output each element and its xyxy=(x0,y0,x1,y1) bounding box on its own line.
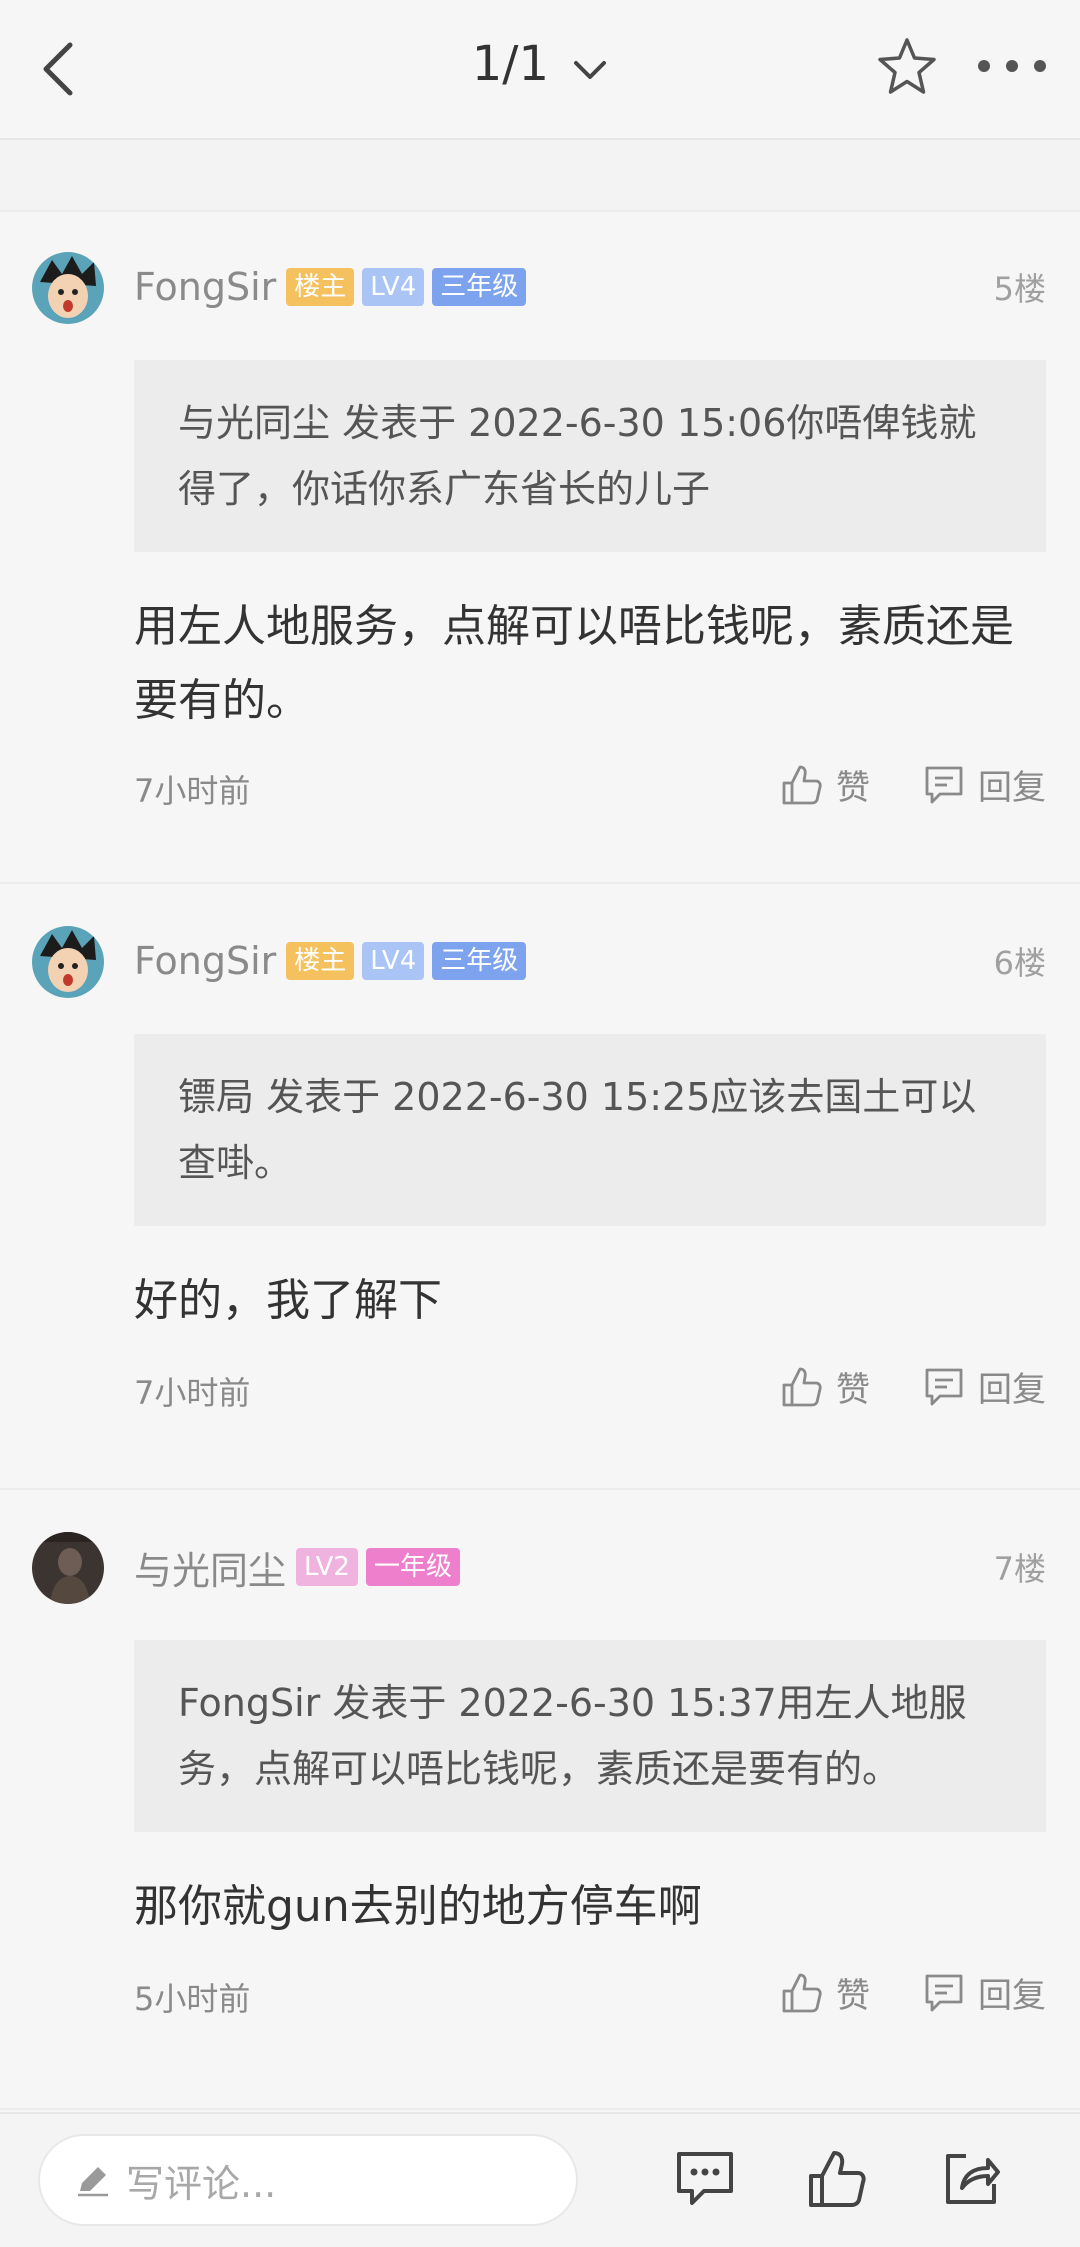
post-time: 5小时前 xyxy=(134,1980,251,2018)
pencil-icon xyxy=(78,2167,108,2197)
level-badge: LV4 xyxy=(362,942,425,980)
grade-badge: 三年级 xyxy=(432,268,527,306)
owner-badge: 楼主 xyxy=(286,942,355,980)
grade-badge: 三年级 xyxy=(432,942,527,980)
like-label: 赞 xyxy=(836,1976,870,2016)
username[interactable]: 与光同尘 xyxy=(134,1540,286,1595)
username[interactable]: FongSir xyxy=(134,939,276,983)
chat-bubble-icon xyxy=(677,2152,733,2205)
like-button[interactable]: 赞 xyxy=(780,1362,870,1411)
post-item: FongSir 楼主 LV4 三年级 5楼 与光同尘 发表于 2022-6-30… xyxy=(0,212,1080,884)
post-content: 那你就gun去别的地方停车啊 xyxy=(134,1881,702,1932)
more-dots-icon xyxy=(978,60,1046,72)
post-meta: 与光同尘 LV2 一年级 xyxy=(134,1540,468,1594)
post-actions: 赞 回复 xyxy=(728,760,1046,809)
reply-button[interactable]: 回复 xyxy=(922,1362,1046,1411)
post-meta: FongSir 楼主 LV4 三年级 xyxy=(134,260,534,314)
thumbs-up-icon xyxy=(809,2151,866,2207)
grade-badge: 一年级 xyxy=(365,1548,460,1586)
avatar[interactable] xyxy=(32,926,104,998)
like-button[interactable]: 赞 xyxy=(780,1968,870,2017)
top-bar: 1/1 xyxy=(0,0,1080,140)
comment-input[interactable]: 写评论... xyxy=(38,2134,578,2226)
thumbs-up-icon xyxy=(782,1367,822,1406)
level-badge: LV2 xyxy=(296,1548,358,1586)
level-badge: LV4 xyxy=(362,268,425,306)
more-button[interactable] xyxy=(972,46,1052,86)
thumbs-up-icon xyxy=(782,1973,822,2012)
floor-number: 7楼 xyxy=(993,1550,1046,1588)
bottom-bar: 写评论... xyxy=(0,2112,1080,2247)
floor-number: 5楼 xyxy=(993,270,1046,308)
page-indicator-text: 1/1 xyxy=(471,36,549,92)
like-label: 赞 xyxy=(836,1370,870,1410)
like-button[interactable]: 赞 xyxy=(780,760,870,809)
quote-block[interactable]: FongSir 发表于 2022-6-30 15:37用左人地服务，点解可以唔比… xyxy=(134,1640,1046,1832)
avatar[interactable] xyxy=(32,252,104,324)
post-content: 好的，我了解下 xyxy=(134,1275,442,1326)
comment-icon xyxy=(925,1974,963,2011)
post-actions: 赞 回复 xyxy=(728,1968,1046,2017)
chevron-down-icon xyxy=(572,39,608,95)
comments-button[interactable] xyxy=(670,2144,740,2214)
comment-placeholder: 写评论... xyxy=(126,2161,277,2206)
post-actions: 赞 回复 xyxy=(728,1362,1046,1411)
floor-number: 6楼 xyxy=(993,944,1046,982)
share-icon xyxy=(946,2154,1000,2204)
like-post-button[interactable] xyxy=(802,2144,872,2214)
reply-label: 回复 xyxy=(978,768,1046,808)
favorite-button[interactable] xyxy=(872,32,942,102)
username[interactable]: FongSir xyxy=(134,265,276,309)
like-label: 赞 xyxy=(836,768,870,808)
reply-button[interactable]: 回复 xyxy=(922,760,1046,809)
quote-block[interactable]: 镖局 发表于 2022-6-30 15:25应该去国土可以查啩。 xyxy=(134,1034,1046,1226)
comment-icon xyxy=(925,766,963,803)
reply-button[interactable]: 回复 xyxy=(922,1968,1046,2017)
post-meta: FongSir 楼主 LV4 三年级 xyxy=(134,934,534,988)
avatar[interactable] xyxy=(32,1532,104,1604)
reply-label: 回复 xyxy=(978,1976,1046,2016)
star-icon xyxy=(878,38,936,94)
quote-block[interactable]: 与光同尘 发表于 2022-6-30 15:06你唔俾钱就得了，你话你系广东省长… xyxy=(134,360,1046,552)
post-content: 用左人地服务，点解可以唔比钱呢，素质还是要有的。 xyxy=(134,601,1014,726)
post-item: 与光同尘 LV2 一年级 7楼 FongSir 发表于 2022-6-30 15… xyxy=(0,1492,1080,2110)
owner-badge: 楼主 xyxy=(286,268,355,306)
thumbs-up-icon xyxy=(782,765,822,804)
share-button[interactable] xyxy=(936,2144,1006,2214)
post-item: FongSir 楼主 LV4 三年级 6楼 镖局 发表于 2022-6-30 1… xyxy=(0,886,1080,1490)
post-time: 7小时前 xyxy=(134,1374,251,1412)
post-time: 7小时前 xyxy=(134,772,251,810)
divider-band xyxy=(0,140,1080,212)
comment-icon xyxy=(925,1368,963,1405)
reply-label: 回复 xyxy=(978,1370,1046,1410)
